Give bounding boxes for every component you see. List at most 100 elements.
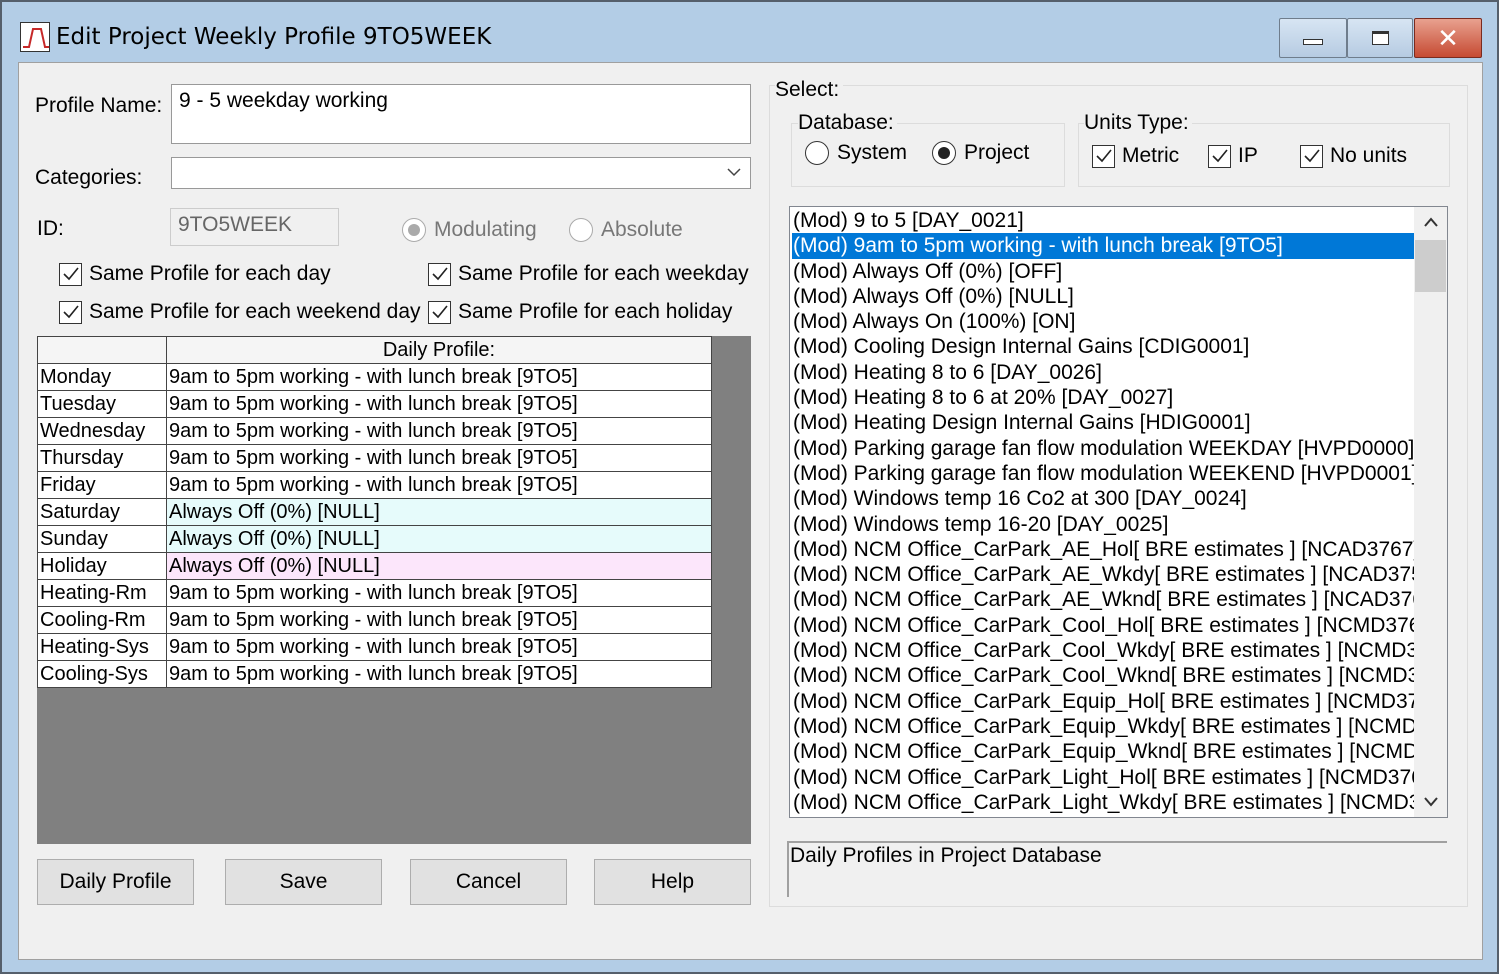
radio-circle [569, 218, 593, 242]
modulating-label: Modulating [434, 218, 537, 241]
grid-profile-cell[interactable]: 9am to 5pm working - with lunch break [9… [166, 579, 712, 607]
scrollbar-thumb[interactable] [1415, 240, 1446, 292]
grid-profile-cell[interactable]: Always Off (0%) [NULL] [166, 525, 712, 553]
same-each-weekday-label: Same Profile for each weekday [458, 262, 749, 285]
grid-header-daily-profile: Daily Profile: [166, 336, 712, 364]
list-item[interactable]: (Mod) NCM Office_CarPark_AE_Hol[ BRE est… [792, 537, 1414, 562]
same-each-weekend-label: Same Profile for each weekend day [89, 300, 421, 323]
list-scrollbar[interactable] [1414, 207, 1447, 817]
table-row[interactable]: Cooling-Sys 9am to 5pm working - with lun… [37, 660, 712, 688]
no-units-checkbox[interactable]: No units [1300, 144, 1407, 168]
list-item[interactable]: (Mod) NCM Office_CarPark_Equip_Wkdy[ BRE… [792, 714, 1414, 739]
absolute-radio[interactable]: Absolute [569, 218, 683, 242]
grid-profile-cell[interactable]: 9am to 5pm working - with lunch break [9… [166, 633, 712, 661]
grid-profile-cell[interactable]: 9am to 5pm working - with lunch break [9… [166, 363, 712, 391]
close-button[interactable]: ✕ [1414, 18, 1482, 58]
maximize-button[interactable] [1347, 18, 1413, 58]
grid-profile-cell[interactable]: Always Off (0%) [NULL] [166, 552, 712, 580]
system-radio[interactable]: System [805, 141, 907, 165]
dialog-window: Edit Project Weekly Profile 9TO5WEEK ✕ P… [0, 0, 1499, 974]
same-each-holiday-checkbox[interactable]: Same Profile for each holiday [428, 300, 732, 324]
table-row[interactable]: Saturday Always Off (0%) [NULL] [37, 498, 712, 526]
grid-profile-cell[interactable]: 9am to 5pm working - with lunch break [9… [166, 444, 712, 472]
table-row[interactable]: Tuesday 9am to 5pm working - with lunch b… [37, 390, 712, 418]
table-row[interactable]: Sunday Always Off (0%) [NULL] [37, 525, 712, 553]
list-item[interactable]: (Mod) Parking garage fan flow modulation… [792, 461, 1414, 486]
daily-profile-button[interactable]: Daily Profile [37, 859, 194, 905]
radio-circle [402, 218, 426, 242]
list-item[interactable]: (Mod) 9 to 5 [DAY_0021] [792, 208, 1414, 233]
same-each-weekday-checkbox[interactable]: Same Profile for each weekday [428, 262, 749, 286]
grid-profile-cell[interactable]: 9am to 5pm working - with lunch break [9… [166, 606, 712, 634]
grid-day-cell: Heating-Sys [37, 633, 167, 661]
grid-day-cell: Holiday [37, 552, 167, 580]
daily-profiles-list[interactable]: (Mod) 9 to 5 [DAY_0021] (Mod) 9am to 5pm … [789, 206, 1448, 818]
minimize-button[interactable] [1279, 18, 1347, 58]
grid-day-cell: Saturday [37, 498, 167, 526]
table-row[interactable]: Wednesday 9am to 5pm working - with lunch… [37, 417, 712, 445]
table-row[interactable]: Friday 9am to 5pm working - with lunch br… [37, 471, 712, 499]
list-item[interactable]: (Mod) Windows temp 16 Co2 at 300 [DAY_00… [792, 486, 1414, 511]
same-each-day-label: Same Profile for each day [89, 262, 331, 285]
list-item[interactable]: (Mod) NCM Office_CarPark_AE_Wkdy[ BRE es… [792, 562, 1414, 587]
modulating-radio[interactable]: Modulating [402, 218, 537, 242]
grid-day-cell: Friday [37, 471, 167, 499]
checkmark-icon [1300, 144, 1323, 168]
list-item[interactable]: (Mod) NCM Office_CarPark_Equip_Wknd[ BRE… [792, 739, 1414, 764]
list-item[interactable]: (Mod) NCM Office_CarPark_Light_Wkdy[ BRE… [792, 790, 1414, 815]
absolute-label: Absolute [601, 218, 683, 241]
grid-profile-cell[interactable]: 9am to 5pm working - with lunch break [9… [166, 471, 712, 499]
window-title: Edit Project Weekly Profile 9TO5WEEK [56, 24, 492, 50]
list-item[interactable]: (Mod) Heating 8 to 6 [DAY_0026] [792, 360, 1414, 385]
select-label: Select: [775, 78, 844, 102]
table-row[interactable]: Heating-Rm 9am to 5pm working - with lunc… [37, 579, 712, 607]
list-item[interactable]: (Mod) NCM Office_CarPark_Cool_Hol[ BRE e… [792, 613, 1414, 638]
dialog-client-area: Profile Name: 9 - 5 weekday working Cate… [18, 62, 1483, 960]
same-each-weekend-checkbox[interactable]: Same Profile for each weekend day [59, 300, 421, 324]
save-button[interactable]: Save [225, 859, 382, 905]
table-row[interactable]: Heating-Sys 9am to 5pm working - with lun… [37, 633, 712, 661]
ip-checkbox[interactable]: IP [1208, 144, 1258, 168]
list-item[interactable]: (Mod) Cooling Design Internal Gains [CDI… [792, 334, 1414, 359]
chevron-up-icon [1423, 217, 1438, 227]
same-each-day-checkbox[interactable]: Same Profile for each day [59, 262, 331, 286]
list-item[interactable]: (Mod) Windows temp 16-20 [DAY_0025] [792, 512, 1414, 537]
list-item[interactable]: (Mod) 9am to 5pm working - with lunch br… [792, 233, 1414, 259]
list-item[interactable]: (Mod) NCM Office_CarPark_Equip_Hol[ BRE … [792, 689, 1414, 714]
grid-profile-cell[interactable]: 9am to 5pm working - with lunch break [9… [166, 417, 712, 445]
checkmark-icon [59, 262, 82, 286]
list-item[interactable]: (Mod) NCM Office_CarPark_AE_Wknd[ BRE es… [792, 587, 1414, 612]
help-button[interactable]: Help [594, 859, 751, 905]
daily-profile-grid: Daily Profile: Monday 9am to 5pm working … [37, 336, 712, 688]
table-row[interactable]: Monday 9am to 5pm working - with lunch br… [37, 363, 712, 391]
ip-label: IP [1238, 144, 1258, 167]
list-item[interactable]: (Mod) Heating 8 to 6 at 20% [DAY_0027] [792, 385, 1414, 410]
table-row[interactable]: Thursday 9am to 5pm working - with lunch … [37, 444, 712, 472]
daily-profile-grid-area: Daily Profile: Monday 9am to 5pm working … [37, 336, 751, 844]
list-item[interactable]: (Mod) Always Off (0%) [NULL] [792, 284, 1414, 309]
grid-profile-cell[interactable]: 9am to 5pm working - with lunch break [9… [166, 390, 712, 418]
list-item[interactable]: (Mod) Always On (100%) [ON] [792, 309, 1414, 334]
project-radio[interactable]: Project [932, 141, 1029, 165]
grid-profile-cell[interactable]: 9am to 5pm working - with lunch break [9… [166, 660, 712, 688]
scroll-down-button[interactable] [1414, 787, 1447, 817]
same-each-holiday-label: Same Profile for each holiday [458, 300, 733, 323]
table-row[interactable]: Cooling-Rm 9am to 5pm working - with lunc… [37, 606, 712, 634]
categories-dropdown[interactable] [171, 157, 751, 189]
list-item[interactable]: (Mod) NCM Office_CarPark_Light_Hol[ BRE … [792, 765, 1414, 790]
list-item[interactable]: (Mod) Parking garage fan flow modulation… [792, 436, 1414, 461]
profile-chart-icon[interactable] [20, 22, 50, 52]
scroll-up-button[interactable] [1414, 207, 1447, 237]
table-row[interactable]: Holiday Always Off (0%) [NULL] [37, 552, 712, 580]
list-item[interactable]: (Mod) Heating Design Internal Gains [HDI… [792, 410, 1414, 435]
cancel-button[interactable]: Cancel [410, 859, 567, 905]
list-item[interactable]: (Mod) Always Off (0%) [OFF] [792, 259, 1414, 284]
metric-checkbox[interactable]: Metric [1092, 144, 1179, 168]
list-item[interactable]: (Mod) NCM Office_CarPark_Cool_Wkdy[ BRE … [792, 638, 1414, 663]
profile-name-input[interactable]: 9 - 5 weekday working [171, 84, 751, 144]
checkmark-icon [1208, 144, 1231, 168]
title-bar[interactable]: Edit Project Weekly Profile 9TO5WEEK ✕ [2, 2, 1497, 60]
grid-profile-cell[interactable]: Always Off (0%) [NULL] [166, 498, 712, 526]
radio-circle [805, 141, 829, 165]
list-item[interactable]: (Mod) NCM Office_CarPark_Cool_Wknd[ BRE … [792, 663, 1414, 688]
